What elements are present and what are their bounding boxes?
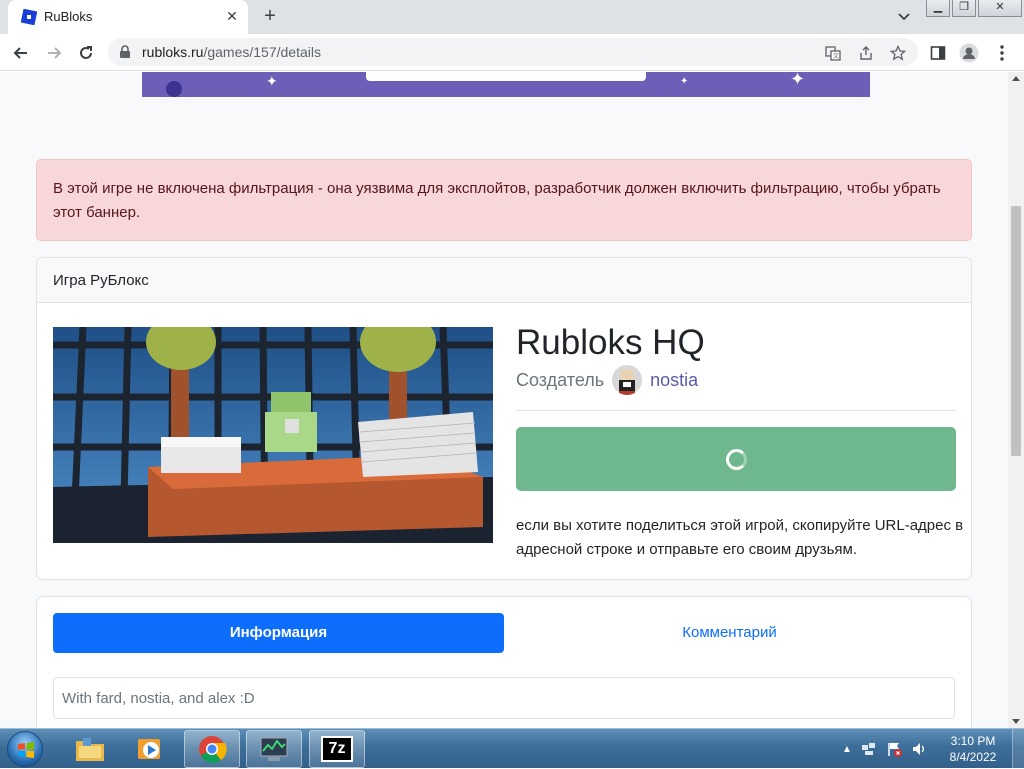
loading-spinner-icon (725, 448, 747, 470)
restore-icon[interactable]: ❐ (952, 0, 976, 17)
rubloks-favicon-icon (21, 9, 37, 25)
taskbar-task-manager[interactable] (246, 730, 302, 768)
creator-label: Создатель (516, 369, 605, 390)
svg-text:文: 文 (833, 52, 839, 60)
windows-taskbar: 7z ▲ 3:10 PM 8/4/2022 (0, 728, 1024, 769)
tab-search-chevron-icon[interactable] (893, 7, 915, 27)
minimize-icon[interactable]: ▁ (926, 0, 950, 17)
game-description: With fard, nostia, and alex :D (53, 677, 955, 719)
game-card: Игра РуБлокс Rubloks HQ Создатель nostia… (36, 257, 972, 580)
alert-text: В этой игре не включена фильтрация - она… (53, 180, 941, 221)
new-tab-button[interactable]: + (258, 5, 282, 29)
back-button[interactable] (9, 41, 33, 65)
creator-avatar[interactable] (612, 365, 643, 395)
share-icon[interactable] (857, 44, 875, 62)
tab-comments[interactable]: Комментарий (504, 613, 955, 653)
page-viewport: ✦ ✦ ✦ В этой игре не включена фильтрация… (0, 72, 1008, 728)
browser-tab[interactable]: RuBloks ✕ (8, 0, 248, 34)
window-controls: ▁ ❐ ✕ (926, 0, 1022, 18)
page-scrollbar[interactable] (1008, 72, 1024, 728)
reload-button[interactable] (74, 41, 98, 65)
tab-information[interactable]: Информация (53, 613, 504, 653)
ad-decoration-dot (166, 81, 182, 97)
folder-icon (76, 738, 104, 761)
browser-menu-icon[interactable] (990, 41, 1014, 65)
clock-date: 8/4/2022 (949, 750, 997, 764)
details-card: Информация Комментарий With fard, nostia… (36, 596, 972, 728)
system-tray: ▲ (842, 729, 927, 769)
ad-star-icon: ✦ (266, 73, 278, 89)
seven-zip-icon: 7z (321, 736, 353, 762)
creator-name-link[interactable]: nostia (650, 370, 698, 391)
url-path: /games/157/details (203, 44, 321, 60)
ad-banner[interactable]: ✦ ✦ ✦ (142, 72, 870, 97)
divider (516, 410, 956, 411)
ad-star-icon: ✦ (680, 76, 689, 87)
media-player-icon (138, 739, 160, 759)
volume-icon[interactable] (911, 741, 927, 757)
translate-icon[interactable]: 文 (824, 44, 842, 62)
url-host: rubloks.ru (142, 44, 204, 60)
card-header: Игра РуБлокс (37, 258, 971, 303)
taskbar-explorer[interactable] (62, 730, 118, 768)
game-title: Rubloks HQ (516, 323, 705, 362)
close-window-icon[interactable]: ✕ (978, 0, 1022, 17)
task-manager-icon (260, 737, 288, 761)
scroll-up-icon[interactable] (1012, 76, 1020, 81)
scroll-down-icon[interactable] (1012, 719, 1020, 724)
close-tab-icon[interactable]: ✕ (222, 6, 242, 26)
address-bar[interactable]: rubloks.ru/games/157/details 文 (108, 38, 918, 66)
show-hidden-icons-icon[interactable]: ▲ (842, 744, 852, 755)
profile-avatar-icon[interactable] (957, 41, 981, 65)
clock-time: 3:10 PM (950, 734, 996, 748)
description-text: With fard, nostia, and alex :D (62, 690, 255, 707)
browser-tab-strip: RuBloks ✕ + ▁ ❐ ✕ (0, 0, 1024, 34)
browser-toolbar: rubloks.ru/games/157/details 文 (0, 34, 1024, 71)
lock-icon[interactable] (119, 45, 131, 59)
ad-star-icon: ✦ (790, 72, 806, 89)
creator-row: Создатель nostia (516, 365, 698, 395)
chrome-icon (199, 736, 227, 763)
taskbar-media-player[interactable] (122, 730, 178, 768)
taskbar-7zip[interactable]: 7z (309, 730, 365, 768)
ad-banner-inner (366, 72, 646, 81)
bookmark-star-icon[interactable] (889, 44, 907, 62)
forward-arrow-icon (48, 47, 62, 59)
show-desktop-button[interactable] (1012, 729, 1024, 769)
game-thumbnail (53, 327, 493, 543)
reload-icon (80, 46, 92, 59)
filtering-warning-alert: В этой игре не включена фильтрация - она… (36, 159, 972, 241)
forward-button[interactable] (42, 41, 66, 65)
tab-title: RuBloks (44, 9, 93, 24)
taskbar-chrome[interactable] (184, 730, 240, 768)
scrollbar-thumb[interactable] (1011, 206, 1021, 456)
play-button[interactable] (516, 427, 956, 491)
url-text: rubloks.ru/games/157/details (142, 44, 321, 60)
action-center-flag-icon[interactable] (886, 741, 902, 757)
back-arrow-icon (13, 47, 27, 59)
system-clock[interactable]: 3:10 PM 8/4/2022 (938, 733, 1008, 765)
network-icon[interactable] (861, 741, 877, 757)
share-instructions: если вы хотите поделиться этой игрой, ск… (516, 517, 964, 558)
windows-logo-icon (18, 742, 34, 758)
start-button[interactable] (7, 731, 43, 767)
side-panel-icon[interactable] (926, 41, 950, 65)
